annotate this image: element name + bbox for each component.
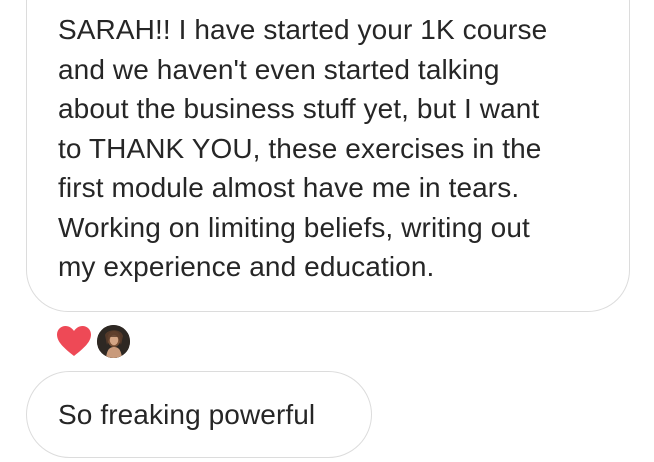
message-bubble[interactable]: So freaking powerful — [26, 371, 372, 458]
message-line: first module almost have me in tears. — [58, 172, 520, 203]
message-line: and we haven't even started talking — [58, 53, 500, 85]
avatar-photo — [97, 324, 130, 358]
chat-thread: SARAH!! I have started your 1K course an… — [0, 0, 654, 462]
message-reactions[interactable] — [56, 323, 130, 359]
heart-icon[interactable] — [56, 325, 92, 357]
message-line: SARAH!! I have started your 1K course — [58, 14, 548, 45]
message-line: my experience and education. — [58, 251, 435, 282]
message-line: to THANK YOU, these exercises in the — [58, 132, 542, 164]
message-line: about the business stuff yet, but I want — [58, 93, 540, 124]
message-text: So freaking powerful — [58, 399, 316, 430]
message-line: Working on limiting beliefs, writing out — [58, 211, 530, 243]
avatar[interactable] — [97, 324, 130, 358]
message-bubble[interactable]: SARAH!! I have started your 1K course an… — [26, 0, 630, 312]
